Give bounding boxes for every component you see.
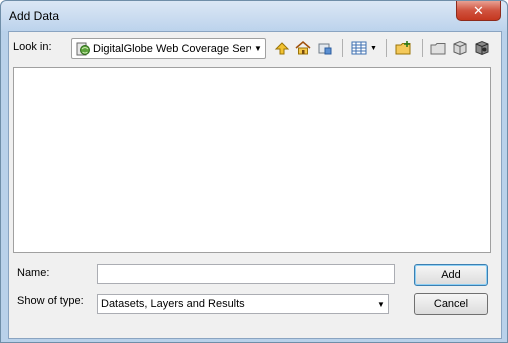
- new-folder-icon: [395, 41, 411, 55]
- look-in-dropdown[interactable]: DigitalGlobe Web Coverage Serv ▼: [71, 38, 266, 59]
- title-bar[interactable]: Add Data ✕: [1, 1, 507, 31]
- connect-folder-icon: [318, 43, 332, 55]
- cancel-button-label: Cancel: [433, 298, 469, 310]
- toolbar-separator: [342, 39, 343, 57]
- up-one-level-button[interactable]: [272, 38, 292, 58]
- views-dropdown-icon: ▼: [370, 44, 377, 52]
- look-in-label: Look in:: [13, 41, 52, 53]
- up-one-level-icon: [274, 42, 290, 55]
- views-icon: [351, 41, 367, 55]
- server-icon: [475, 40, 489, 56]
- add-button-label: Add: [441, 269, 461, 281]
- database-button[interactable]: [450, 38, 470, 58]
- views-button[interactable]: ▼: [349, 38, 379, 58]
- name-label: Name:: [17, 267, 50, 279]
- name-field[interactable]: [97, 264, 395, 284]
- home-icon: [295, 41, 311, 55]
- content-list[interactable]: [13, 67, 491, 253]
- chevron-down-icon: ▼: [377, 299, 385, 309]
- look-in-value: DigitalGlobe Web Coverage Serv: [93, 42, 251, 55]
- database-icon: [453, 40, 467, 56]
- add-data-dialog: Add Data ✕ Look in: DigitalGlobe Web Cov…: [0, 0, 508, 343]
- window-title: Add Data: [9, 9, 60, 23]
- toolbar-separator: [422, 39, 423, 57]
- folder-button[interactable]: [428, 38, 448, 58]
- new-folder-button[interactable]: [394, 38, 414, 58]
- show-of-type-label: Show of type:: [17, 295, 84, 307]
- web-coverage-service-icon: [76, 42, 90, 55]
- show-of-type-dropdown[interactable]: Datasets, Layers and Results ▼: [97, 294, 389, 314]
- show-of-type-value: Datasets, Layers and Results: [101, 298, 245, 310]
- server-button[interactable]: [472, 38, 492, 58]
- toolbar-separator: [386, 39, 387, 57]
- folder-icon: [430, 43, 446, 55]
- connect-folder-button[interactable]: [315, 38, 335, 58]
- close-icon: ✕: [473, 2, 484, 18]
- dialog-body: Look in: DigitalGlobe Web Coverage Serv …: [8, 31, 502, 339]
- cancel-button[interactable]: Cancel: [414, 293, 488, 315]
- home-button[interactable]: [293, 38, 313, 58]
- add-button[interactable]: Add: [414, 264, 488, 286]
- chevron-down-icon: ▼: [254, 44, 262, 53]
- close-button[interactable]: ✕: [456, 1, 501, 21]
